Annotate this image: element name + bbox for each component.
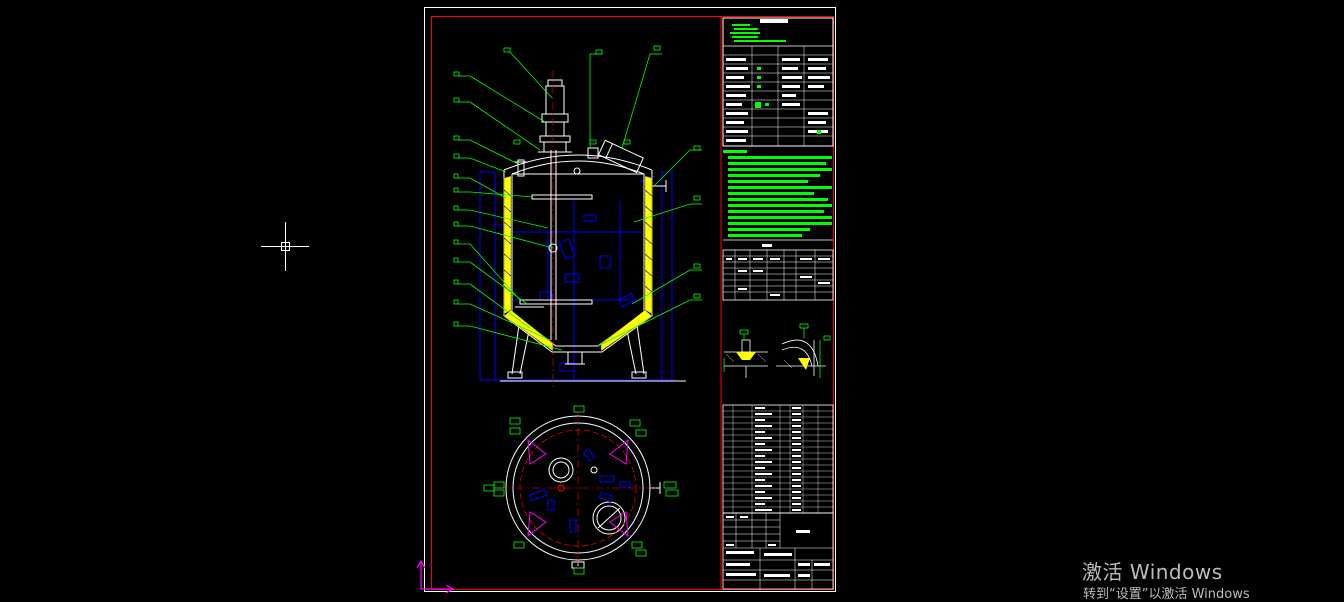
parts-row-text (755, 443, 765, 445)
parts-row-text (755, 437, 772, 439)
parts-row-text (755, 467, 765, 469)
technical-notes (723, 150, 833, 241)
crosshair-cursor-icon (261, 222, 309, 271)
parts-row-text (792, 437, 801, 439)
windows-activation-subtitle: 转到“设置”以激活 Windows (1083, 587, 1250, 602)
parts-row-text (792, 443, 801, 445)
parts-list-rows (723, 407, 833, 514)
parts-row-text (792, 449, 801, 451)
vessel-plan-view (483, 405, 679, 575)
parts-row-text (792, 461, 801, 463)
design-data-table (722, 17, 834, 147)
parts-row-text (755, 419, 765, 421)
parts-row-text (792, 407, 801, 409)
parts-row-text (755, 449, 772, 451)
parts-row-text (755, 491, 765, 493)
parts-row-text (755, 413, 772, 415)
parts-row-text (755, 497, 772, 499)
parts-row-text (755, 509, 772, 511)
nozzle-table (722, 244, 834, 301)
parts-row-text (755, 473, 772, 475)
parts-row-text (755, 479, 765, 481)
parts-row-text (792, 509, 801, 511)
parts-row-text (755, 431, 765, 433)
parts-row-text (792, 503, 801, 505)
parts-row-text (792, 431, 801, 433)
parts-row-text (792, 473, 801, 475)
parts-row-text (792, 485, 801, 487)
parts-row-text (792, 467, 801, 469)
cad-drawing-canvas[interactable] (0, 0, 1344, 596)
ucs-axis-icon (416, 559, 455, 594)
parts-row-text (755, 503, 765, 505)
parts-list (722, 404, 834, 514)
parts-row-text (792, 413, 801, 415)
parts-row-text (755, 425, 772, 427)
parts-row-text (792, 491, 801, 493)
detail-views (723, 323, 831, 378)
parts-row-text (792, 425, 801, 427)
windows-activation-title: 激活 Windows (1082, 560, 1223, 584)
parts-row-text (755, 455, 765, 457)
parts-row-text (792, 419, 801, 421)
parts-row-text (792, 497, 801, 499)
title-block (722, 512, 834, 590)
parts-row-text (755, 461, 772, 463)
vessel-elevation-view (479, 70, 686, 388)
parts-row-text (792, 479, 801, 481)
parts-row-text (755, 485, 772, 487)
drawing-frame (431, 16, 834, 590)
parts-row-text (755, 407, 765, 409)
parts-row-text (792, 455, 801, 457)
